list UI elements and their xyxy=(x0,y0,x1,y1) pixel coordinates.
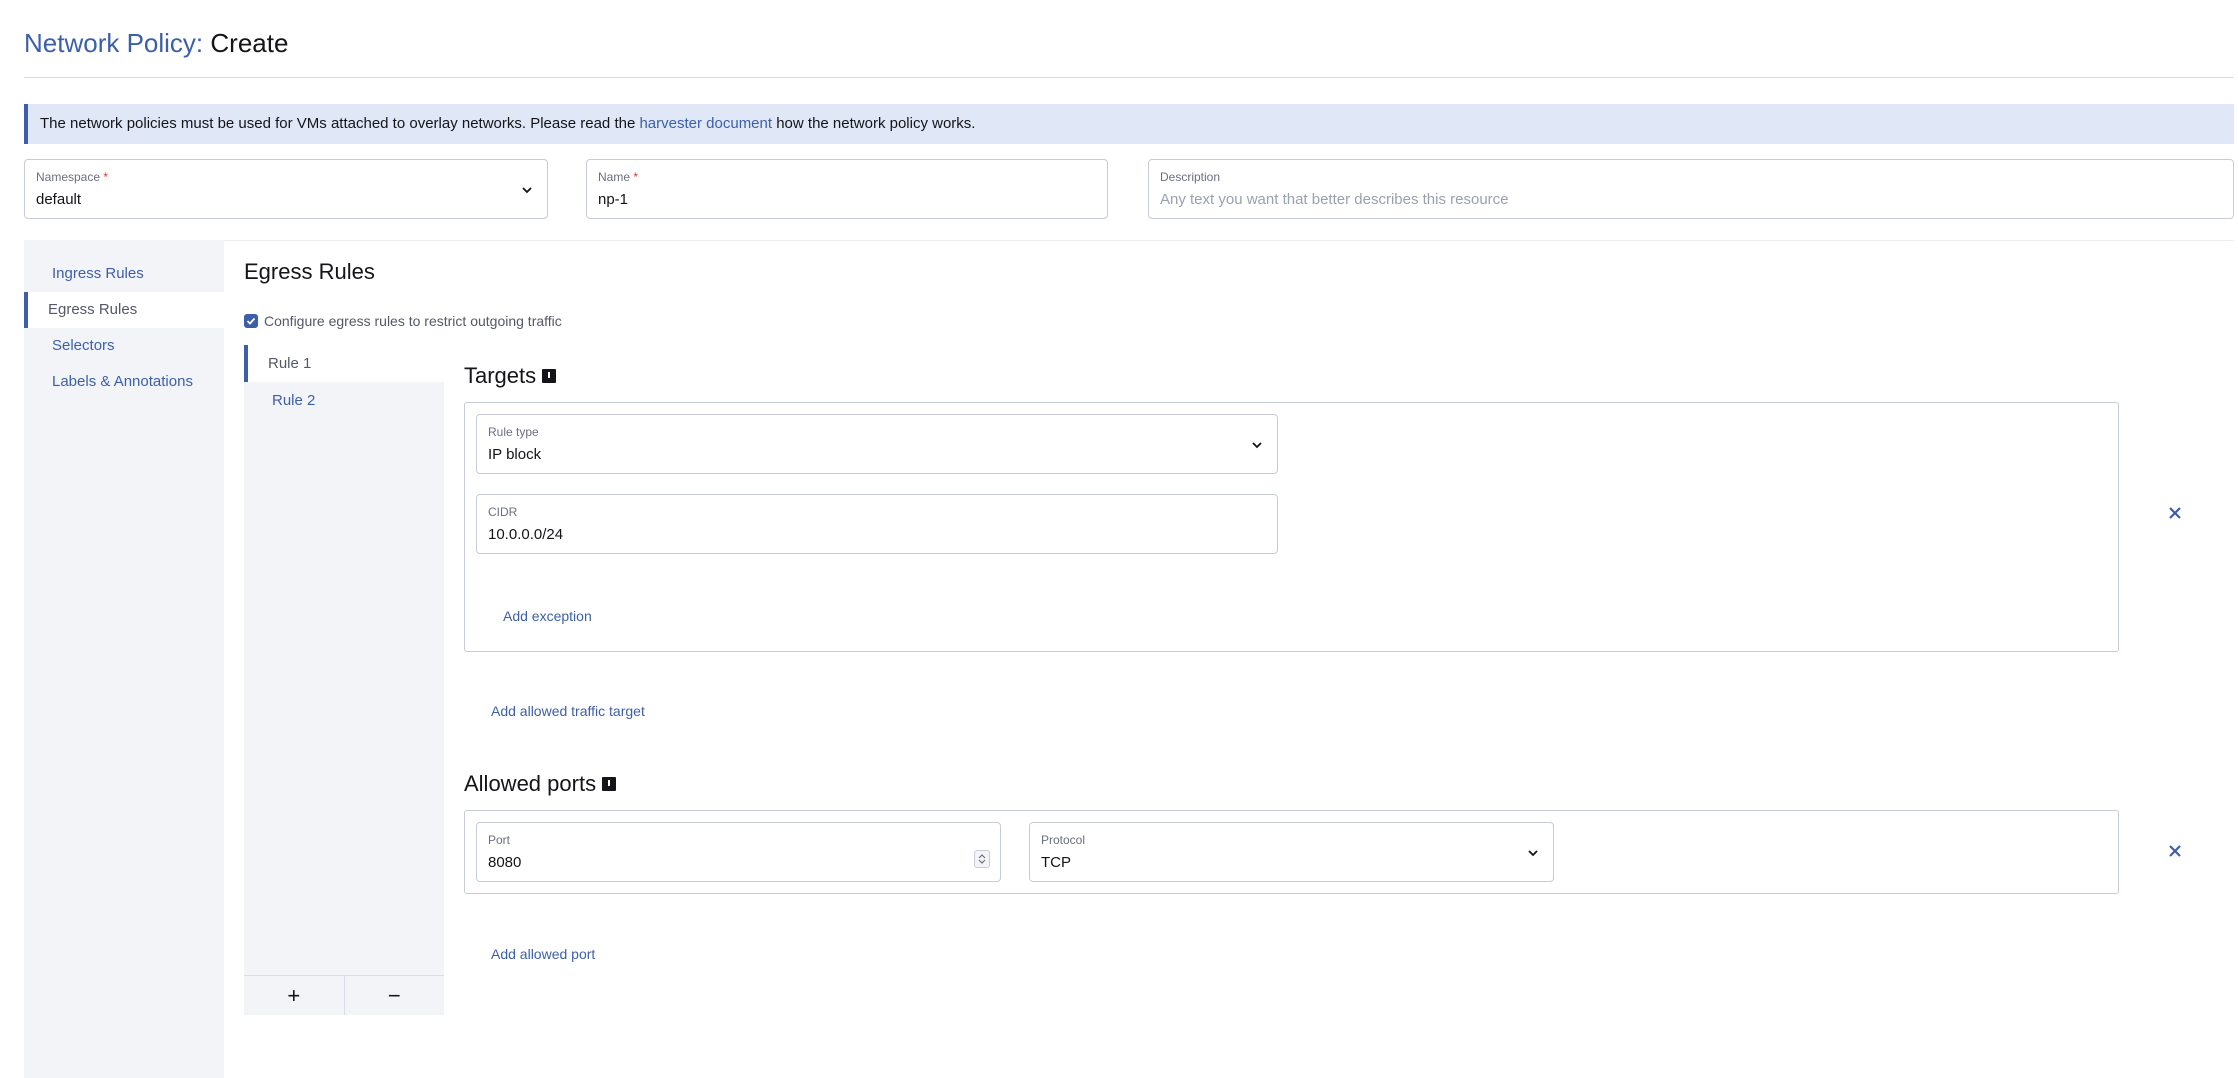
port-stepper[interactable] xyxy=(974,850,990,868)
allowed-ports-title: Allowed ports xyxy=(464,771,617,797)
cidr-label: CIDR xyxy=(488,505,518,519)
name-field[interactable]: Name * np-1 xyxy=(586,159,1108,219)
banner-text-before: The network policies must be used for VM… xyxy=(40,115,640,132)
add-rule-button[interactable]: + xyxy=(244,976,345,1015)
targets-box: Rule type IP block CIDR 10.0.0.0/24 Add … xyxy=(464,402,2119,652)
chevron-down-icon xyxy=(1528,850,1538,857)
info-icon[interactable] xyxy=(602,777,617,791)
protocol-select[interactable]: Protocol TCP xyxy=(1029,822,1554,882)
name-label: Name * xyxy=(598,170,639,184)
side-nav: Ingress Rules Egress Rules Selectors Lab… xyxy=(24,240,224,1078)
harvester-document-link[interactable]: harvester document xyxy=(639,115,772,132)
chevron-down-icon xyxy=(1252,442,1262,449)
tab-rule-1[interactable]: Rule 1 xyxy=(244,345,444,382)
namespace-select[interactable]: Namespace * default xyxy=(24,159,548,219)
namespace-value: default xyxy=(36,191,82,208)
tab-rule-2[interactable]: Rule 2 xyxy=(244,382,444,419)
description-placeholder: Any text you want that better describes … xyxy=(1160,191,1509,208)
checkmark-icon xyxy=(246,317,256,325)
sidebar-item-selectors[interactable]: Selectors xyxy=(24,328,224,364)
sidebar-item-labels-annotations[interactable]: Labels & Annotations xyxy=(24,364,224,400)
description-label: Description xyxy=(1160,170,1221,184)
rule-body: Targets Rule type IP block CIDR 10.0.0.0… xyxy=(444,345,2214,1015)
protocol-label: Protocol xyxy=(1041,833,1086,847)
targets-title: Targets xyxy=(464,363,557,389)
add-exception-button[interactable]: Add exception xyxy=(503,608,592,624)
chevron-down-icon[interactable] xyxy=(978,859,986,864)
required-mark: * xyxy=(633,170,639,184)
egress-checkbox-label: Configure egress rules to restrict outgo… xyxy=(264,313,562,329)
add-allowed-port-button[interactable]: Add allowed port xyxy=(491,946,595,962)
required-mark: * xyxy=(103,170,109,184)
ports-box: Port 8080 Protocol TCP xyxy=(464,810,2119,894)
egress-panel: Egress Rules Configure egress rules to r… xyxy=(224,240,2234,1078)
port-value: 8080 xyxy=(488,854,522,871)
description-field[interactable]: Description Any text you want that bette… xyxy=(1148,159,2234,219)
namespace-label: Namespace * xyxy=(36,170,109,184)
port-label: Port xyxy=(488,833,511,847)
name-value: np-1 xyxy=(598,191,629,208)
rule-type-value: IP block xyxy=(488,446,542,463)
egress-checkbox-row[interactable]: Configure egress rules to restrict outgo… xyxy=(244,313,562,329)
add-allowed-traffic-target-button[interactable]: Add allowed traffic target xyxy=(491,703,645,719)
port-field[interactable]: Port 8080 xyxy=(476,822,1001,882)
cidr-value: 10.0.0.0/24 xyxy=(488,526,564,543)
egress-rules-title: Egress Rules xyxy=(244,259,375,284)
chevron-down-icon xyxy=(522,187,532,194)
page-title-mode: Create xyxy=(210,28,289,58)
info-banner: The network policies must be used for VM… xyxy=(24,104,2234,144)
cidr-field[interactable]: CIDR 10.0.0.0/24 xyxy=(476,494,1278,554)
rule-controls: + − xyxy=(244,975,444,1015)
remove-rule-button[interactable]: − xyxy=(345,976,445,1015)
rule-type-select[interactable]: Rule type IP block xyxy=(476,414,1278,474)
page-header: Network Policy: Create xyxy=(24,26,2234,78)
info-icon[interactable] xyxy=(542,369,557,383)
rule-list: Rule 1 Rule 2 + − xyxy=(244,345,444,1015)
banner-text-after: how the network policy works. xyxy=(772,115,976,132)
page-title-prefix[interactable]: Network Policy: xyxy=(24,28,203,58)
remove-port-close-icon[interactable] xyxy=(2167,843,2183,859)
sidebar-item-egress-rules[interactable]: Egress Rules xyxy=(24,292,224,328)
protocol-value: TCP xyxy=(1041,854,1071,871)
egress-checkbox[interactable] xyxy=(244,314,258,328)
sidebar-item-ingress-rules[interactable]: Ingress Rules xyxy=(24,256,224,292)
rule-type-label: Rule type xyxy=(488,425,539,439)
page-title: Network Policy: Create xyxy=(24,26,2234,60)
remove-target-close-icon[interactable] xyxy=(2167,505,2183,521)
